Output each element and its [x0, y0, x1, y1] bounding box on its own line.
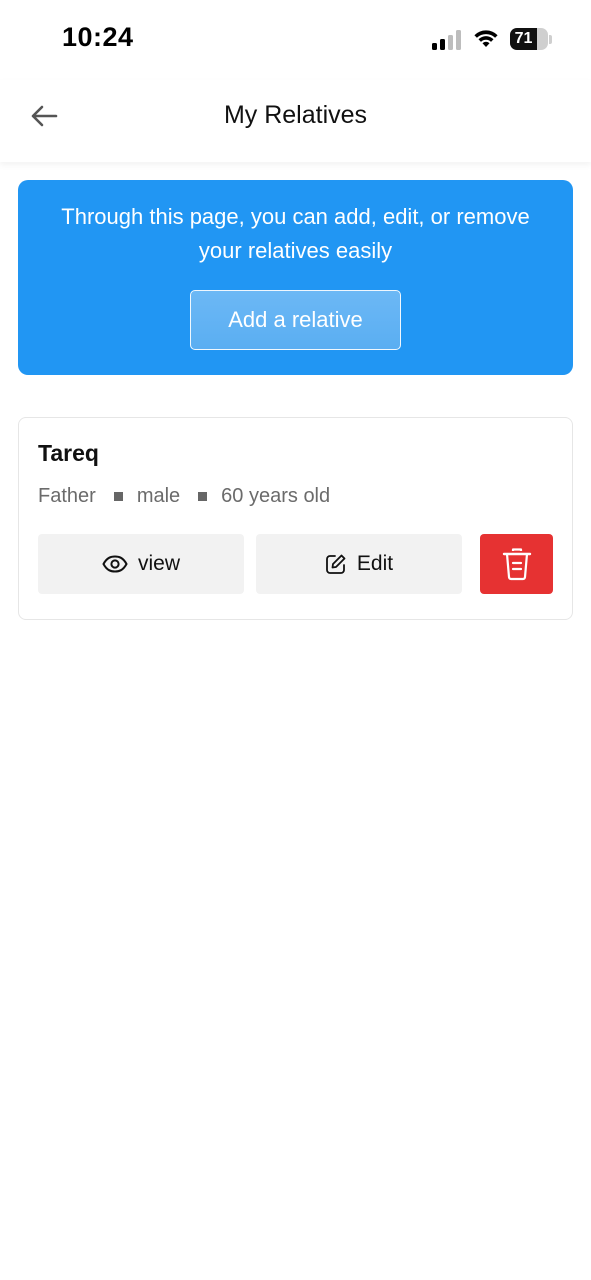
relative-gender: male: [136, 484, 181, 507]
status-time: 10:24: [62, 22, 134, 52]
delete-button[interactable]: [480, 534, 553, 594]
edit-label: Edit: [356, 552, 394, 575]
back-button[interactable]: [22, 96, 66, 136]
edit-button[interactable]: Edit: [256, 534, 462, 594]
battery-icon: 71: [510, 28, 548, 50]
view-label: view: [137, 552, 180, 575]
edit-icon: [325, 553, 347, 575]
status-bar: 10:24 71: [0, 0, 591, 80]
view-button[interactable]: view: [38, 534, 244, 594]
signal-icon: [432, 30, 461, 50]
battery-cap: [549, 35, 552, 44]
info-text: Through this page, you can add, edit, or…: [61, 204, 530, 263]
wifi-icon: [474, 30, 498, 47]
add-relative-button[interactable]: Add a relative: [190, 290, 401, 350]
eye-icon: [102, 555, 128, 573]
trash-icon: [502, 548, 531, 581]
app-header: My Relatives: [0, 80, 591, 162]
relative-meta: Father male 60 years old: [38, 482, 330, 510]
relative-name: Tareq: [38, 440, 99, 466]
arrow-left-icon: [31, 105, 58, 127]
relative-relation: Father: [38, 484, 96, 507]
separator-dot: [113, 491, 123, 501]
info-banner: Through this page, you can add, edit, or…: [18, 180, 573, 375]
relative-card: Tareq Father male 60 years old view Edit: [18, 417, 573, 620]
page-title: My Relatives: [223, 101, 368, 129]
relative-age: 60 years old: [221, 484, 331, 507]
separator-dot: [198, 491, 208, 501]
battery-level: 71: [514, 30, 533, 47]
